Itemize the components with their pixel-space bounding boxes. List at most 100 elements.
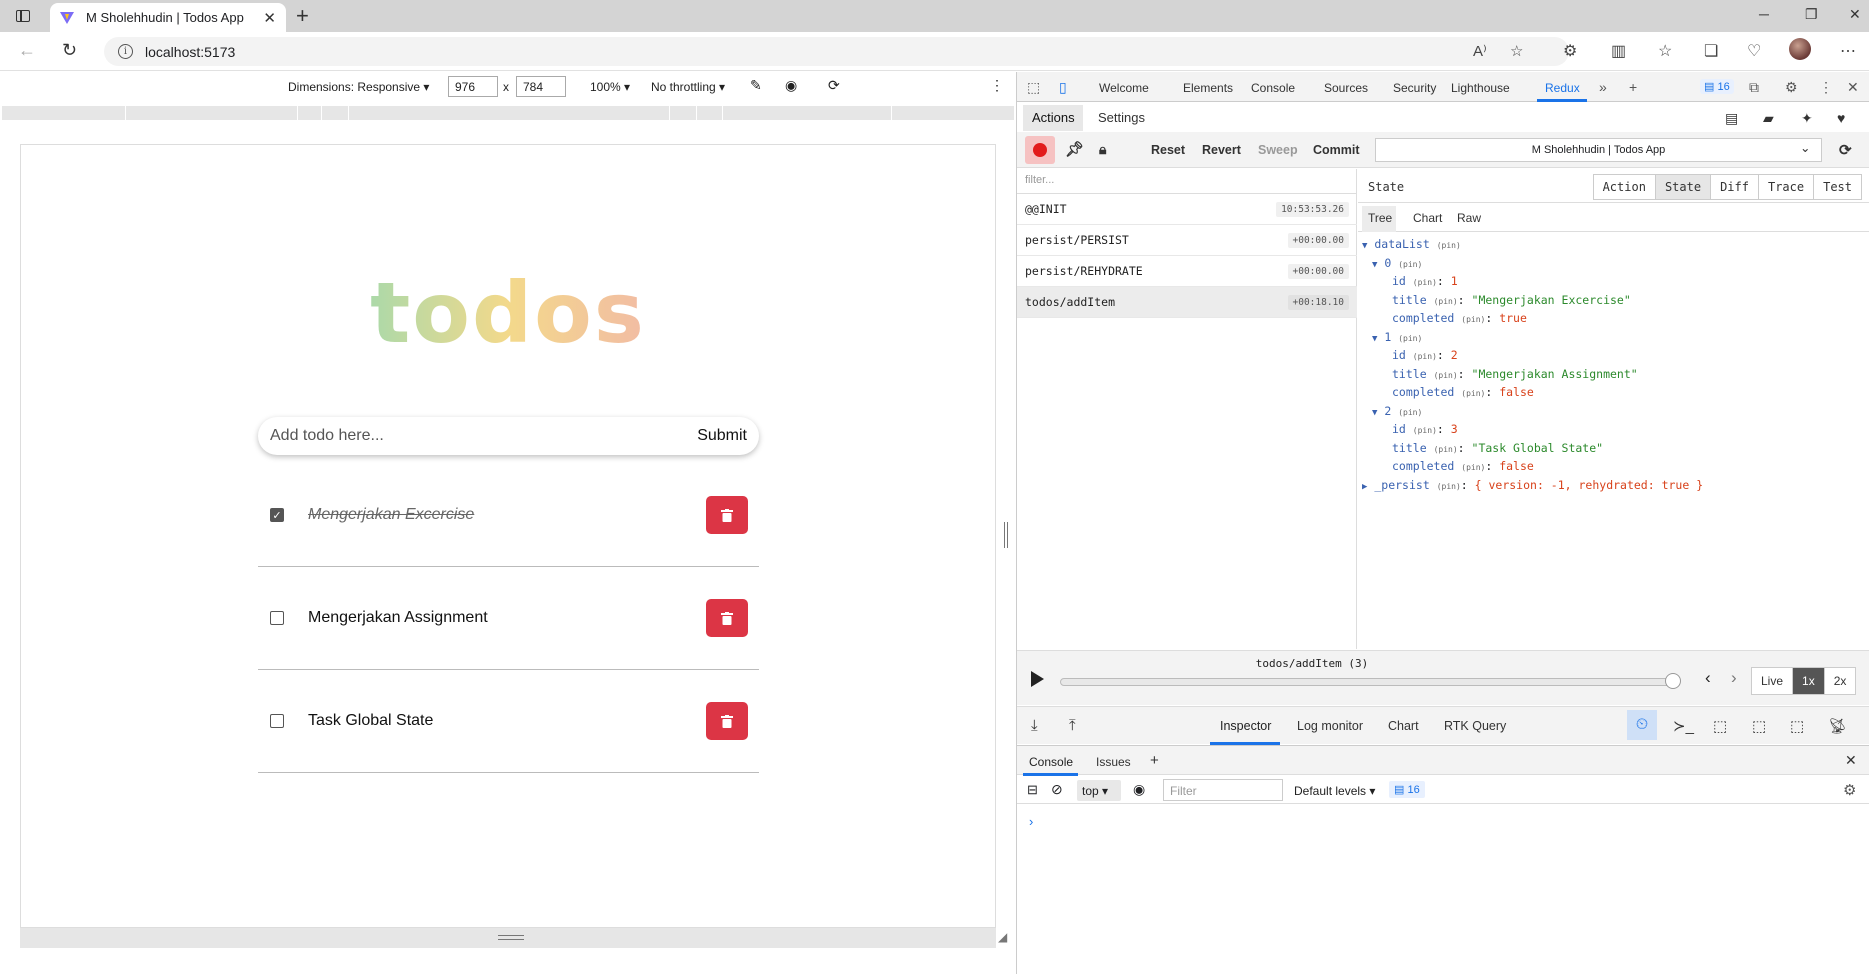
tree-node[interactable]: ▼ 0 (pin) — [1372, 256, 1422, 270]
console-filter-input[interactable]: Filter — [1163, 779, 1283, 801]
device-more-icon[interactable]: ⋮ — [990, 77, 1004, 94]
tab-raw[interactable]: Raw — [1457, 211, 1481, 225]
record-button[interactable] — [1025, 136, 1055, 164]
tab-sources[interactable]: Sources — [1324, 81, 1368, 95]
minimize-icon[interactable]: ─ — [1759, 6, 1769, 22]
vision-icon[interactable]: ◉ — [785, 77, 797, 94]
tab-settings[interactable]: Settings — [1098, 110, 1145, 125]
submit-button[interactable]: Submit — [697, 427, 747, 445]
inspect-element-icon[interactable]: ⬚ — [1027, 79, 1040, 96]
issues-badge[interactable]: ▤ 16 — [1700, 79, 1734, 94]
store-select[interactable]: M Sholehhudin | Todos App — [1375, 138, 1822, 162]
todo-checkbox[interactable] — [270, 714, 284, 728]
tab-actions[interactable]: Actions — [1032, 110, 1075, 125]
more-menu-icon[interactable]: ⋯ — [1840, 41, 1856, 61]
monitor-inspector[interactable]: Inspector — [1220, 719, 1271, 733]
drawer-tab-console[interactable]: Console — [1029, 755, 1073, 769]
tab-test[interactable]: Test — [1814, 175, 1861, 199]
context-select[interactable]: top ▾ — [1077, 780, 1121, 801]
speed-1x[interactable]: 1x — [1793, 668, 1825, 694]
delete-button[interactable] — [706, 702, 748, 740]
action-row[interactable]: persist/REHYDRATE +00:00.00 — [1017, 256, 1357, 287]
tab-welcome[interactable]: Welcome — [1099, 81, 1149, 95]
monitor-rtk-query[interactable]: RTK Query — [1444, 719, 1506, 733]
commit-button[interactable]: Commit — [1313, 143, 1360, 157]
terminal-icon[interactable]: ≻_ — [1673, 717, 1694, 735]
favorite-star-icon[interactable]: ☆ — [1510, 42, 1523, 60]
profile-avatar[interactable] — [1789, 38, 1811, 60]
step-back-icon[interactable]: ‹ — [1705, 668, 1711, 688]
pin-label[interactable]: (pin) — [1437, 241, 1461, 250]
viewport-bottom-resize[interactable] — [20, 928, 996, 948]
persist-timer-icon[interactable]: ⏲ — [1627, 710, 1657, 740]
speed-2x[interactable]: 2x — [1824, 668, 1856, 694]
docs-icon[interactable]: ▤ — [1725, 110, 1738, 127]
pin-label[interactable]: (pin) — [1398, 260, 1422, 269]
monitor-log[interactable]: Log monitor — [1297, 719, 1363, 733]
feedback-icon[interactable]: ▰ — [1763, 110, 1774, 127]
pin-label[interactable]: (pin) — [1434, 445, 1458, 454]
height-input[interactable]: 784 — [516, 76, 566, 97]
sidebar-toggle-icon[interactable] — [12, 7, 34, 25]
tree-node[interactable]: ▶ _persist (pin): { version: -1, rehydra… — [1362, 478, 1703, 492]
play-icon[interactable] — [1031, 671, 1044, 687]
sweep-button[interactable]: Sweep — [1258, 143, 1298, 157]
slider-track[interactable] — [1060, 678, 1672, 686]
pin-label[interactable]: (pin) — [1434, 297, 1458, 306]
console-sidebar-icon[interactable]: ⊟ — [1027, 782, 1038, 798]
action-filter-input[interactable]: filter... — [1017, 169, 1357, 194]
drawer-close-icon[interactable]: ✕ — [1845, 752, 1857, 769]
url-field[interactable]: i localhost:5173 — [104, 37, 1569, 66]
reset-button[interactable]: Reset — [1151, 143, 1185, 157]
sponsor-heart-icon[interactable]: ♥ — [1837, 110, 1845, 126]
reload-icon[interactable]: ↻ — [62, 40, 77, 61]
tab-state[interactable]: State — [1655, 175, 1712, 199]
clear-console-icon[interactable]: ⊘ — [1051, 781, 1063, 798]
layout-bottom-icon[interactable]: ⬚ — [1790, 717, 1804, 735]
devtools-close-icon[interactable]: ✕ — [1847, 79, 1859, 96]
layout-left-icon[interactable]: ⬚ — [1713, 717, 1727, 735]
site-info-icon[interactable]: i — [118, 44, 133, 59]
read-aloud-icon[interactable]: A⁾ — [1473, 42, 1487, 60]
lock-icon[interactable]: 🔒︎ — [1099, 141, 1106, 158]
pin-label[interactable]: (pin) — [1398, 334, 1422, 343]
remote-icon[interactable]: 📡︎ — [1828, 717, 1847, 735]
log-levels-select[interactable]: Default levels ▾ — [1294, 784, 1375, 798]
throttling-select[interactable]: No throttling ▾ — [651, 80, 725, 94]
tab-security[interactable]: Security — [1393, 81, 1436, 95]
viewport-corner-resize-icon[interactable]: ◢ — [998, 930, 1007, 944]
more-tabs-icon[interactable]: » — [1599, 79, 1607, 95]
tab-chart[interactable]: Chart — [1413, 211, 1442, 225]
tab-lighthouse[interactable]: Lighthouse — [1451, 81, 1510, 95]
rotate-icon[interactable]: ⟳ — [828, 77, 840, 94]
action-row[interactable]: persist/PERSIST +00:00.00 — [1017, 225, 1357, 256]
tab-close-icon[interactable]: ✕ — [263, 9, 276, 27]
action-row[interactable]: todos/addItem +00:18.10 — [1017, 287, 1357, 318]
tree-node[interactable]: ▼ 1 (pin) — [1372, 330, 1422, 344]
tab-action[interactable]: Action — [1593, 175, 1656, 199]
delete-button[interactable] — [706, 496, 748, 534]
tab-trace[interactable]: Trace — [1758, 175, 1815, 199]
pin-label[interactable]: (pin) — [1437, 482, 1461, 491]
todo-checkbox[interactable] — [270, 611, 284, 625]
import-icon[interactable]: ⤓ — [1031, 717, 1038, 734]
drawer-add-tab-icon[interactable]: + — [1150, 752, 1159, 769]
width-input[interactable]: 976 — [448, 76, 498, 97]
connection-icon[interactable]: ⧉ — [1749, 79, 1759, 96]
pin-label[interactable]: (pin) — [1413, 278, 1437, 287]
twitter-icon[interactable]: ✦ — [1801, 110, 1813, 127]
tab-redux[interactable]: Redux — [1545, 81, 1580, 95]
pin-label[interactable]: (pin) — [1413, 426, 1437, 435]
console-prompt[interactable]: › — [1029, 814, 1033, 829]
pin-label[interactable]: (pin) — [1461, 315, 1485, 324]
favorites-icon[interactable]: ☆ — [1658, 41, 1672, 61]
browser-tab[interactable]: M Sholehhudin | Todos App ✕ — [50, 3, 286, 32]
store-chevron-down-icon[interactable]: ⌄ — [1800, 140, 1810, 155]
viewport-side-resize-handle[interactable] — [1004, 522, 1008, 548]
pin-label[interactable]: (pin) — [1398, 408, 1422, 417]
drawer-tab-issues[interactable]: Issues — [1096, 755, 1131, 769]
pin-icon[interactable]: 📌︎ — [1065, 140, 1084, 158]
device-toggle-icon[interactable]: ▯ — [1059, 79, 1067, 96]
speed-live[interactable]: Live — [1752, 668, 1794, 694]
sensor-icon[interactable]: ✎ — [750, 77, 762, 94]
